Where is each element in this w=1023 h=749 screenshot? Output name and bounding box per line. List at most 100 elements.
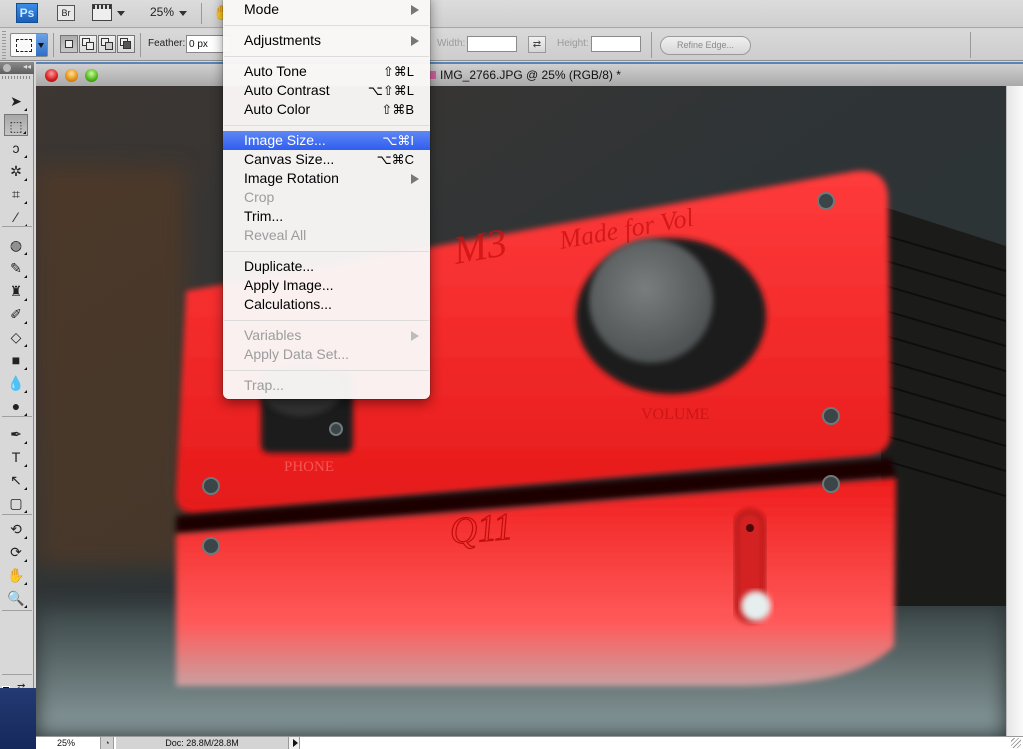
document-icon <box>430 71 436 79</box>
volume-label-engraving: VOLUME <box>641 406 709 423</box>
zoom-tool[interactable]: 🔍 <box>4 587 28 609</box>
blur-tool[interactable]: 💧 <box>4 372 28 394</box>
menu-item-duplicate[interactable]: Duplicate... <box>223 257 430 276</box>
close-panel-icon[interactable] <box>3 64 11 72</box>
menu-item-image-size[interactable]: Image Size... ⌥⌘I <box>223 131 430 150</box>
close-window-button[interactable] <box>45 69 58 82</box>
history-brush-tool[interactable]: ✐ <box>4 303 28 325</box>
menu-item-auto-tone[interactable]: Auto Tone ⇧⌘L <box>223 62 430 81</box>
status-zoom-field[interactable]: 25% <box>36 737 96 749</box>
menu-item-mode[interactable]: Mode <box>223 0 430 19</box>
photoshop-window: Ps Br 25% ✋ Feather: Width: ⇄ Height: Re… <box>0 0 1023 749</box>
divider <box>2 674 32 675</box>
menu-item-label: Auto Color <box>244 101 311 117</box>
height-label: Height: <box>557 38 589 49</box>
magic-wand-tool[interactable]: ✲ <box>4 160 28 182</box>
chevron-down-icon[interactable] <box>117 11 125 16</box>
screw <box>822 407 840 425</box>
menu-item-auto-color[interactable]: Auto Color ⇧⌘B <box>223 100 430 119</box>
menu-item-trim[interactable]: Trim... <box>223 207 430 226</box>
move-tool[interactable]: ➤ <box>4 90 28 112</box>
zoom-window-button[interactable] <box>85 69 98 82</box>
menu-item-shortcut: ⌥⌘I <box>382 133 414 148</box>
image-menu: Mode Adjustments Auto Tone ⇧⌘L Auto Contrast… <box>223 0 430 399</box>
view-extras-icon[interactable] <box>92 4 112 21</box>
chevron-down-icon[interactable] <box>179 11 187 16</box>
menu-item-canvas-size[interactable]: Canvas Size... ⌥⌘C <box>223 150 430 169</box>
brush-tool[interactable]: ✎ <box>4 257 28 279</box>
photoshop-logo[interactable]: Ps <box>16 3 38 23</box>
menu-separator <box>223 119 430 131</box>
marquee-icon <box>16 39 32 52</box>
menu-item-label: Apply Data Set... <box>244 346 350 362</box>
3d-orbit-tool[interactable]: ⟳ <box>4 541 28 563</box>
status-info-icon[interactable]: ◔ <box>100 737 114 749</box>
menu-item-image-rotation[interactable]: Image Rotation <box>223 169 430 188</box>
hand-tool[interactable]: ✋ <box>4 564 28 586</box>
divider <box>651 32 652 58</box>
lasso-tool[interactable]: ↄ <box>4 137 28 159</box>
collapse-panel-icon[interactable]: ◂◂ <box>23 62 31 71</box>
height-input[interactable] <box>591 36 641 52</box>
menu-item-adjustments[interactable]: Adjustments <box>223 31 430 50</box>
application-bar: Ps Br 25% ✋ <box>0 0 1023 28</box>
spot-healing-brush-tool[interactable]: ◍ <box>4 234 28 256</box>
menu-item-apply-data-set: Apply Data Set... <box>223 345 430 364</box>
subtract-from-selection-button[interactable] <box>98 35 116 53</box>
drag-grip[interactable] <box>2 31 6 59</box>
menu-item-calculations[interactable]: Calculations... <box>223 295 430 314</box>
rectangle-shape-tool[interactable]: ▢ <box>4 492 28 514</box>
drag-grip[interactable] <box>2 76 30 79</box>
vertical-scrollbar[interactable] <box>1006 86 1023 736</box>
dodge-tool[interactable]: ● <box>4 395 28 417</box>
3d-rotate-tool[interactable]: ⟲ <box>4 518 28 540</box>
resize-grip-icon[interactable] <box>1011 738 1021 748</box>
divider <box>970 32 971 58</box>
screw <box>329 422 343 436</box>
tools-panel: ⇄ ➤⬚ↄ✲⌗⁄◍✎♜✐◇■💧●✒T↖▢⟲⟳✋🔍 <box>0 74 34 749</box>
pen-tool[interactable]: ✒ <box>4 423 28 445</box>
refine-edge-button[interactable]: Refine Edge... <box>660 36 751 55</box>
menu-item-label: Image Size... <box>244 132 326 148</box>
add-to-selection-button[interactable] <box>79 35 97 53</box>
intersect-selection-button[interactable] <box>117 35 135 53</box>
selection-mode-group <box>60 35 135 53</box>
menu-separator <box>223 245 430 257</box>
desktop-background <box>0 688 36 749</box>
width-input[interactable] <box>467 36 517 52</box>
menu-item-trap: Trap... <box>223 376 430 395</box>
swap-width-height-button[interactable]: ⇄ <box>528 36 546 53</box>
image-canvas[interactable]: M3 Made for Vol PHONE VOLUME Q11 <box>36 86 1006 736</box>
status-menu-arrow-icon[interactable] <box>288 737 300 749</box>
menu-separator <box>223 19 430 31</box>
new-selection-button[interactable] <box>60 35 78 53</box>
menu-item-label: Variables <box>244 327 302 343</box>
tool-preset-picker[interactable] <box>10 33 48 57</box>
eraser-tool[interactable]: ◇ <box>4 326 28 348</box>
menu-item-label: Mode <box>244 1 280 17</box>
type-tool[interactable]: T <box>4 446 28 468</box>
clone-stamp-tool[interactable]: ♜ <box>4 280 28 302</box>
submenu-arrow-icon <box>411 5 419 15</box>
menu-item-auto-contrast[interactable]: Auto Contrast ⌥⇧⌘L <box>223 81 430 100</box>
minimize-window-button[interactable] <box>65 69 78 82</box>
menu-item-reveal-all: Reveal All <box>223 226 430 245</box>
document-titlebar[interactable]: IMG_2766.JPG @ 25% (RGB/8) * <box>36 62 1023 86</box>
crop-tool[interactable]: ⌗ <box>4 183 28 205</box>
tools-panel-header[interactable]: ◂◂ <box>0 62 34 74</box>
menu-item-label: Trim... <box>244 208 284 224</box>
menu-item-label: Apply Image... <box>244 277 334 293</box>
phone-label-engraving: PHONE <box>284 459 334 475</box>
path-selection-tool[interactable]: ↖ <box>4 469 28 491</box>
menu-item-apply-image[interactable]: Apply Image... <box>223 276 430 295</box>
screw <box>202 477 220 495</box>
submenu-arrow-icon <box>411 331 419 341</box>
gradient-tool[interactable]: ■ <box>4 349 28 371</box>
divider <box>53 33 54 57</box>
menu-item-label: Auto Contrast <box>244 82 330 98</box>
eyedropper-tool[interactable]: ⁄ <box>4 206 28 228</box>
rectangular-marquee-tool[interactable]: ⬚ <box>4 114 28 136</box>
launch-bridge-button[interactable]: Br <box>57 5 75 21</box>
zoom-level-select[interactable]: 25% <box>150 5 174 19</box>
menu-item-label: Crop <box>244 189 275 205</box>
